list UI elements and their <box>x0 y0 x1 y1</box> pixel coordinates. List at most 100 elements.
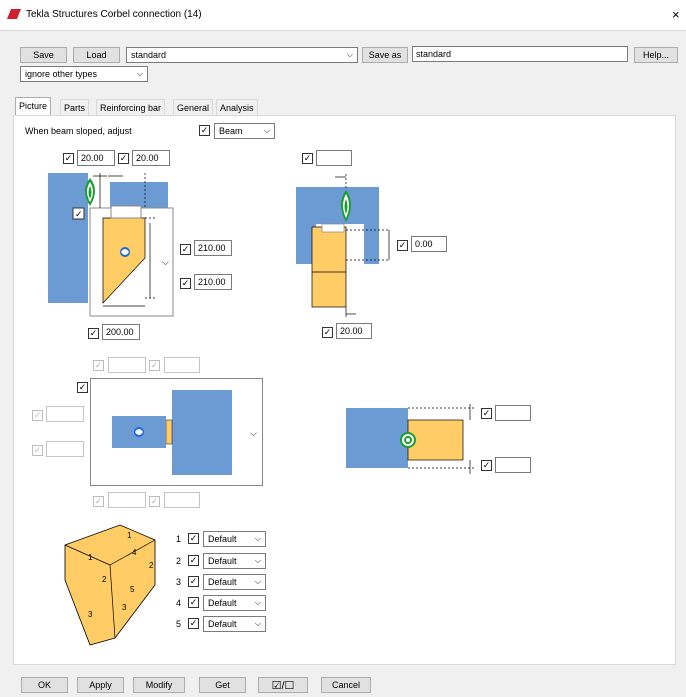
shape-label: 5 <box>130 585 135 594</box>
corbel-3d-shape-picture: 1 4 1 2 2 5 3 3 <box>64 524 156 646</box>
shape-label: 1 <box>127 531 132 540</box>
chevron-down-icon: ⌵ <box>254 534 261 543</box>
shape-label: 1 <box>88 553 93 562</box>
legend-value: Default <box>208 619 237 629</box>
legend-combo-5[interactable]: Default ⌵ <box>203 616 266 632</box>
legend-num: 3 <box>176 577 182 587</box>
left-disabled-checkbox-1[interactable]: ✓ <box>32 410 43 421</box>
tab-analysis[interactable]: Analysis <box>216 99 258 115</box>
legend-value: Default <box>208 577 237 587</box>
load-button[interactable]: Load <box>73 47 120 63</box>
svg-text:✓: ✓ <box>75 210 83 220</box>
right-bottom-field[interactable]: 20.00 <box>336 323 372 339</box>
chevron-down-icon: ⌵ <box>254 556 261 565</box>
legend-value: Default <box>208 598 237 608</box>
ok-button[interactable]: OK <box>21 677 68 693</box>
legend-num: 5 <box>176 619 182 629</box>
left-disabled-field-1[interactable] <box>46 406 84 422</box>
tekla-logo-icon <box>7 9 21 19</box>
toggle-all-button[interactable]: ☑/☐ <box>258 677 308 693</box>
top-disabled-checkbox-2[interactable]: ✓ <box>149 360 160 371</box>
bottom-disabled-field-1[interactable] <box>108 492 146 508</box>
modify-button[interactable]: Modify <box>133 677 185 693</box>
weld-top-checkbox[interactable]: ✓ <box>481 408 492 419</box>
get-button[interactable]: Get <box>199 677 246 693</box>
legend-checkbox[interactable]: ✓ <box>188 576 199 587</box>
save-as-field[interactable]: standard <box>412 46 628 62</box>
sloped-combo[interactable]: Beam ⌵ <box>214 123 275 139</box>
shape-label: 4 <box>132 548 137 557</box>
top-disabled-field-1[interactable] <box>108 357 146 373</box>
weld-bottom-field[interactable] <box>495 457 531 473</box>
sloped-checkbox[interactable]: ✓ <box>199 125 210 136</box>
left-disabled-field-2[interactable] <box>46 441 84 457</box>
height-2-checkbox[interactable]: ✓ <box>180 278 191 289</box>
legend-value: Default <box>208 556 237 566</box>
legend-num: 4 <box>176 598 182 608</box>
weld-top-field[interactable] <box>495 405 531 421</box>
chevron-down-icon: ⌵ <box>136 69 143 78</box>
legend-num: 1 <box>176 534 182 544</box>
chevron-down-icon: ⌵ <box>254 598 261 607</box>
tab-reinforcing-bar[interactable]: Reinforcing bar <box>96 99 166 115</box>
height-1-checkbox[interactable]: ✓ <box>180 244 191 255</box>
legend-checkbox[interactable]: ✓ <box>188 597 199 608</box>
width-field[interactable]: 200.00 <box>102 324 140 340</box>
load-attribute-value: standard <box>131 50 167 60</box>
apply-button[interactable]: Apply <box>77 677 124 693</box>
right-top-field[interactable] <box>316 150 352 166</box>
chevron-down-icon: ⌵ <box>254 577 261 586</box>
right-mid-field[interactable]: 0.00 <box>411 236 447 252</box>
tab-picture[interactable]: Picture <box>15 97 52 116</box>
legend-value: Default <box>208 534 237 544</box>
chevron-down-icon: ⌵ <box>346 50 353 59</box>
corbel-side-view-picture[interactable]: ⌵ ✓ <box>45 168 180 318</box>
height-2-field[interactable]: 210.00 <box>194 274 232 290</box>
top-disabled-checkbox-1[interactable]: ✓ <box>93 360 104 371</box>
legend-checkbox[interactable]: ✓ <box>188 618 199 629</box>
legend-num: 2 <box>176 556 182 566</box>
svg-text:⌵: ⌵ <box>162 258 169 268</box>
top-disabled-field-2[interactable] <box>164 357 200 373</box>
help-button[interactable]: Help... <box>634 47 678 63</box>
load-attribute-combo[interactable]: standard ⌵ <box>126 47 358 63</box>
sloped-label: When beam sloped, adjust <box>25 126 132 136</box>
window-title: Tekla Structures Corbel connection (14) <box>26 9 202 20</box>
close-icon[interactable]: × <box>672 7 680 22</box>
gap-right-checkbox[interactable]: ✓ <box>118 153 129 164</box>
chevron-down-icon: ⌵ <box>254 619 261 628</box>
width-checkbox[interactable]: ✓ <box>88 328 99 339</box>
bottom-disabled-field-2[interactable] <box>164 492 200 508</box>
legend-combo-2[interactable]: Default ⌵ <box>203 553 266 569</box>
corbel-front-view-picture <box>296 174 390 317</box>
save-as-button[interactable]: Save as <box>362 47 408 63</box>
cancel-button[interactable]: Cancel <box>321 677 371 693</box>
right-top-checkbox[interactable]: ✓ <box>302 153 313 164</box>
bottom-disabled-checkbox-1[interactable]: ✓ <box>93 496 104 507</box>
legend-checkbox[interactable]: ✓ <box>188 533 199 544</box>
plan-checkbox[interactable]: ✓ <box>77 382 88 393</box>
gap-left-field[interactable]: 20.00 <box>77 150 115 166</box>
title-bar: Tekla Structures Corbel connection (14) … <box>0 0 686 31</box>
height-1-field[interactable]: 210.00 <box>194 240 232 256</box>
weld-bottom-checkbox[interactable]: ✓ <box>481 460 492 471</box>
legend-combo-3[interactable]: Default ⌵ <box>203 574 266 590</box>
bottom-disabled-checkbox-2[interactable]: ✓ <box>149 496 160 507</box>
sloped-value: Beam <box>219 126 243 136</box>
gap-left-checkbox[interactable]: ✓ <box>63 153 74 164</box>
tab-general[interactable]: General <box>173 99 214 115</box>
left-disabled-checkbox-2[interactable]: ✓ <box>32 445 43 456</box>
filter-value: ignore other types <box>25 69 98 79</box>
svg-text:⌵: ⌵ <box>250 429 257 439</box>
corbel-plan-view-picture[interactable]: ⌵ <box>90 378 263 486</box>
filter-combo[interactable]: ignore other types ⌵ <box>20 66 148 82</box>
right-bottom-checkbox[interactable]: ✓ <box>322 327 333 338</box>
shape-label: 2 <box>149 561 154 570</box>
gap-right-field[interactable]: 20.00 <box>132 150 170 166</box>
tab-parts[interactable]: Parts <box>60 99 90 115</box>
legend-checkbox[interactable]: ✓ <box>188 555 199 566</box>
legend-combo-4[interactable]: Default ⌵ <box>203 595 266 611</box>
legend-combo-1[interactable]: Default ⌵ <box>203 531 266 547</box>
right-mid-checkbox[interactable]: ✓ <box>397 240 408 251</box>
save-button[interactable]: Save <box>20 47 67 63</box>
